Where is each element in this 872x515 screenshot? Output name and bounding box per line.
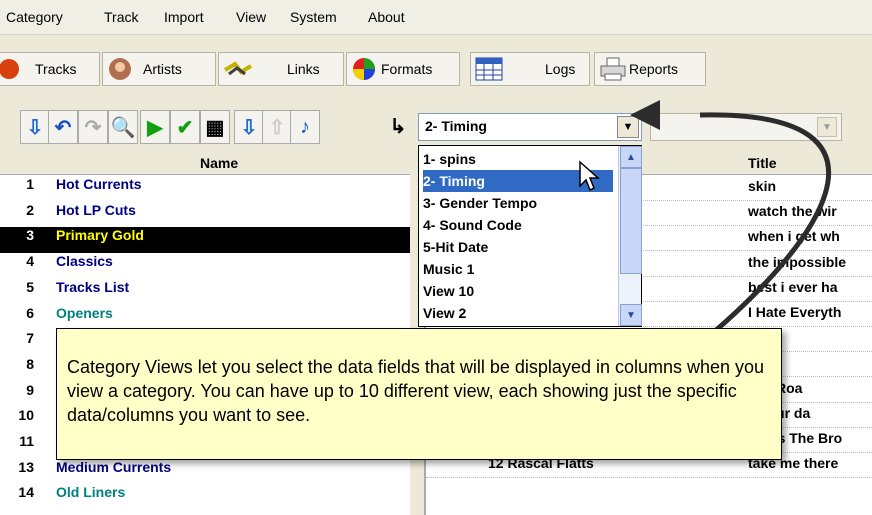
category-row[interactable]: 6 Openers xyxy=(0,305,410,331)
artist-portrait-icon xyxy=(107,56,133,82)
category-row[interactable]: 1 Hot Currents xyxy=(0,176,410,202)
menu-bar: Category Track Import View System About xyxy=(0,0,872,35)
music-note-icon[interactable]: ♪ xyxy=(290,110,320,144)
arrow-down-icon[interactable]: ⇩ xyxy=(234,110,264,144)
search-icon[interactable]: 🔍 xyxy=(108,110,138,144)
arrow-up-icon[interactable]: ⇧ xyxy=(262,110,292,144)
category-name: Tracks List xyxy=(56,278,130,295)
dropdown-option[interactable]: View 10 xyxy=(423,280,613,302)
category-view-select[interactable]: 2- Timing ▼ xyxy=(418,113,642,141)
dropdown-option[interactable]: View 2 xyxy=(423,302,613,324)
undo-icon[interactable]: ↶ xyxy=(48,110,78,144)
menu-system[interactable]: System xyxy=(290,9,337,25)
return-arrow-icon[interactable]: ↳ xyxy=(384,110,412,142)
category-name: Medium Currents xyxy=(56,458,172,475)
column-header-name[interactable]: Name xyxy=(0,152,410,175)
logs-grid-icon xyxy=(475,56,503,82)
play-icon[interactable]: ▶ xyxy=(140,110,170,144)
info-callout: Category Views let you select the data f… xyxy=(56,328,782,460)
category-number: 13 xyxy=(18,458,34,475)
category-number: 11 xyxy=(19,433,34,449)
category-number: 8 xyxy=(26,355,34,372)
category-row[interactable]: 5 Tracks List xyxy=(0,279,410,305)
dropdown-option[interactable]: 4- Sound Code xyxy=(423,214,613,236)
menu-track[interactable]: Track xyxy=(104,9,138,25)
links-icon xyxy=(223,56,253,82)
tracks-button[interactable]: Tracks xyxy=(0,52,100,86)
category-row[interactable]: 4 Classics xyxy=(0,253,410,279)
category-name: Hot Currents xyxy=(56,176,142,192)
category-number: 3 xyxy=(26,227,34,244)
tracks-icon xyxy=(0,56,25,82)
category-name: Old Liners xyxy=(56,484,126,501)
category-number: 14 xyxy=(18,484,34,501)
logs-button[interactable]: Logs xyxy=(470,52,590,86)
category-number: 4 xyxy=(26,253,34,270)
mouse-cursor-icon xyxy=(579,160,600,192)
category-row[interactable]: 3 Primary Gold xyxy=(0,227,410,254)
check-icon[interactable]: ✔ xyxy=(170,110,200,144)
links-button[interactable]: Links xyxy=(218,52,344,86)
callout-arrow-icon xyxy=(630,100,832,360)
redo-icon[interactable]: ↷ xyxy=(78,110,108,144)
menu-view[interactable]: View xyxy=(236,9,266,25)
menu-category[interactable]: Category xyxy=(6,9,63,25)
dropdown-option[interactable]: 5-Hit Date xyxy=(423,236,613,258)
dropdown-option[interactable]: Music 1 xyxy=(423,258,613,280)
menu-about[interactable]: About xyxy=(368,9,405,25)
category-number: 9 xyxy=(26,381,34,398)
category-row[interactable]: 13 Medium Currents xyxy=(0,459,410,485)
category-number: 7 xyxy=(26,330,34,347)
category-number: 5 xyxy=(26,278,34,295)
formats-button[interactable]: Formats xyxy=(346,52,460,86)
formats-pie-icon xyxy=(351,56,377,82)
category-number: 1 xyxy=(26,176,34,192)
menu-import[interactable]: Import xyxy=(164,9,204,25)
category-name: Openers xyxy=(56,304,113,321)
dropdown-option[interactable]: 3- Gender Tempo xyxy=(423,192,613,214)
category-row[interactable]: 2 Hot LP Cuts xyxy=(0,202,410,228)
view-dropdown-list: 1- spins 2- Timing 3- Gender Tempo 4- Sound… xyxy=(418,145,642,327)
move-down-icon[interactable]: ⇩ xyxy=(20,110,50,144)
category-name: Classics xyxy=(56,253,113,270)
grid-icon[interactable]: ▦ xyxy=(200,110,230,144)
category-name: Hot LP Cuts xyxy=(56,201,136,218)
artists-button[interactable]: Artists xyxy=(102,52,216,86)
category-number: 2 xyxy=(26,201,34,218)
category-number: 10 xyxy=(18,407,34,424)
category-number: 6 xyxy=(26,304,34,321)
category-row[interactable]: 14 Old Liners xyxy=(0,484,410,510)
category-name: Primary Gold xyxy=(56,227,144,244)
